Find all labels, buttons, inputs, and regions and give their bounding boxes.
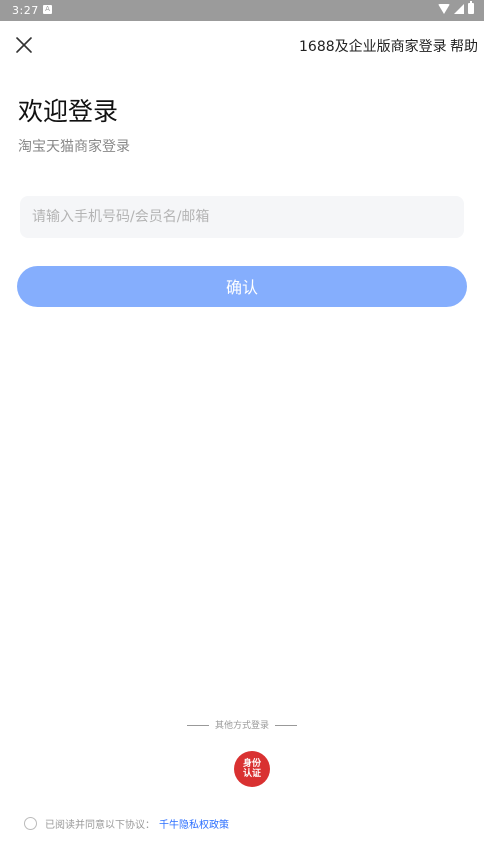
top-bar: 1688及企业版商家登录 帮助 (0, 21, 484, 69)
notification-icon: A (43, 5, 52, 14)
signal-icon (454, 3, 464, 14)
page-subtitle: 淘宝天猫商家登录 (18, 139, 130, 155)
close-button[interactable] (12, 33, 36, 57)
other-login-divider: 其他方式登录 (0, 718, 484, 731)
status-bar: 3:27 A (0, 0, 484, 21)
agreement-checkbox[interactable] (24, 817, 37, 830)
status-time: 3:27 (12, 4, 39, 17)
enterprise-login-link[interactable]: 1688及企业版商家登录 (299, 36, 447, 56)
privacy-policy-link[interactable]: 千牛隐私权政策 (159, 816, 229, 831)
close-icon (16, 37, 32, 53)
battery-icon (468, 1, 474, 14)
account-input[interactable] (20, 196, 464, 238)
other-login-label: 其他方式登录 (214, 721, 269, 731)
agreement-row: 已阅读并同意以下协议： 千牛隐私权政策 (24, 816, 229, 831)
id-auth-button[interactable]: 身份认证 (234, 751, 270, 787)
divider-line-left (187, 725, 210, 726)
page-title: 欢迎登录 (18, 97, 119, 126)
status-icons (438, 1, 474, 14)
help-link[interactable]: 帮助 (450, 36, 478, 56)
id-auth-label: 身份认证 (242, 759, 261, 779)
divider-line-right (274, 725, 297, 726)
wifi-icon (438, 3, 450, 14)
agreement-text: 已阅读并同意以下协议： (45, 820, 155, 831)
confirm-button[interactable]: 确认 (17, 266, 467, 307)
